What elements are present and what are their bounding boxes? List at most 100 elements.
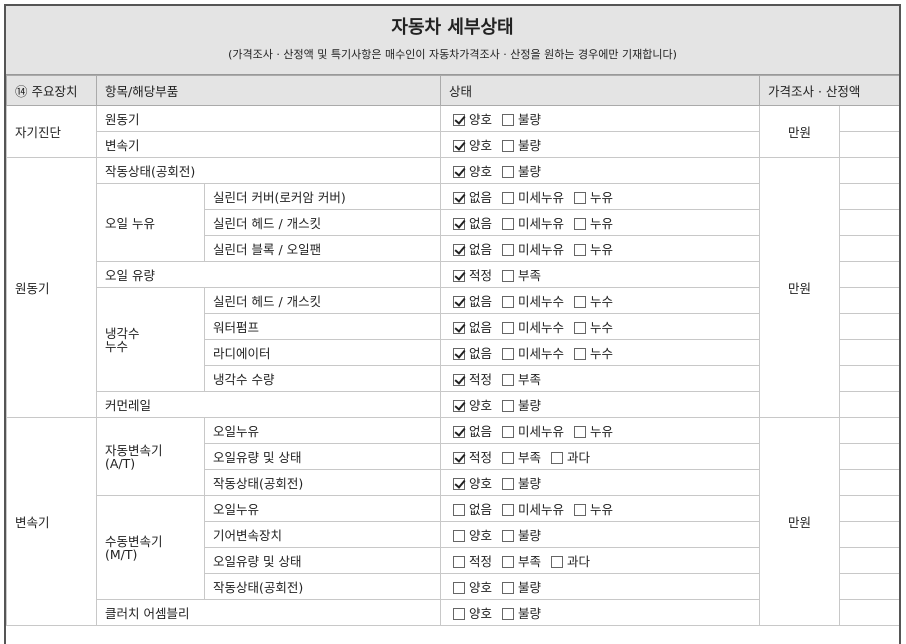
state-option[interactable]: 적정 [453, 265, 492, 284]
state-option[interactable]: 누유 [574, 421, 613, 440]
checkbox-unchecked[interactable] [502, 296, 515, 308]
checkbox-unchecked[interactable] [574, 504, 587, 516]
state-option[interactable]: 누수 [574, 343, 613, 362]
checkbox-checked[interactable] [453, 426, 465, 438]
checkbox-unchecked[interactable] [453, 608, 465, 620]
price-input[interactable] [838, 183, 899, 210]
state-option[interactable]: 누유 [574, 499, 613, 518]
checkbox-unchecked[interactable] [551, 556, 564, 568]
price-input[interactable] [838, 131, 899, 158]
price-input[interactable] [838, 573, 899, 600]
state-option[interactable]: 없음 [453, 343, 492, 362]
checkbox-checked[interactable] [453, 348, 465, 360]
checkbox-unchecked[interactable] [574, 426, 587, 438]
checkbox-checked[interactable] [453, 114, 465, 126]
checkbox-unchecked[interactable] [502, 192, 515, 204]
checkbox-checked[interactable] [453, 322, 465, 334]
checkbox-unchecked[interactable] [502, 530, 515, 542]
state-option[interactable]: 없음 [453, 213, 492, 232]
checkbox-unchecked[interactable] [574, 322, 587, 334]
checkbox-unchecked[interactable] [502, 322, 515, 334]
state-option[interactable]: 적정 [453, 447, 492, 466]
state-option[interactable]: 부족 [502, 369, 541, 388]
state-option[interactable]: 불량 [502, 109, 541, 128]
price-input[interactable] [838, 235, 899, 262]
state-option[interactable]: 미세누수 [502, 343, 564, 362]
price-input[interactable] [838, 443, 899, 470]
checkbox-unchecked[interactable] [453, 530, 465, 542]
state-option[interactable]: 미세누유 [502, 187, 564, 206]
checkbox-unchecked[interactable] [453, 556, 465, 568]
checkbox-unchecked[interactable] [502, 374, 515, 386]
checkbox-checked[interactable] [453, 270, 465, 282]
checkbox-unchecked[interactable] [502, 426, 515, 438]
price-input[interactable] [838, 547, 899, 574]
checkbox-unchecked[interactable] [453, 504, 465, 516]
checkbox-unchecked[interactable] [502, 166, 515, 178]
checkbox-unchecked[interactable] [502, 504, 515, 516]
checkbox-checked[interactable] [453, 374, 465, 386]
state-option[interactable]: 부족 [502, 265, 541, 284]
state-option[interactable]: 없음 [453, 187, 492, 206]
checkbox-unchecked[interactable] [502, 608, 515, 620]
checkbox-checked[interactable] [453, 140, 465, 152]
state-option[interactable]: 불량 [502, 603, 541, 622]
checkbox-checked[interactable] [453, 166, 465, 178]
state-option[interactable]: 양호 [453, 577, 492, 596]
state-option[interactable]: 과다 [551, 447, 590, 466]
state-option[interactable]: 누유 [574, 239, 613, 258]
state-option[interactable]: 누유 [574, 187, 613, 206]
checkbox-unchecked[interactable] [502, 218, 515, 230]
checkbox-unchecked[interactable] [502, 270, 515, 282]
state-option[interactable]: 없음 [453, 499, 492, 518]
state-option[interactable]: 불량 [502, 473, 541, 492]
checkbox-unchecked[interactable] [574, 296, 587, 308]
checkbox-unchecked[interactable] [574, 244, 587, 256]
price-input[interactable] [838, 261, 899, 288]
state-option[interactable]: 없음 [453, 317, 492, 336]
state-option[interactable]: 양호 [453, 135, 492, 154]
checkbox-checked[interactable] [453, 218, 465, 230]
checkbox-checked[interactable] [453, 452, 465, 464]
state-option[interactable]: 없음 [453, 239, 492, 258]
price-input[interactable] [838, 391, 899, 418]
checkbox-unchecked[interactable] [502, 582, 515, 594]
checkbox-unchecked[interactable] [574, 348, 587, 360]
state-option[interactable]: 양호 [453, 473, 492, 492]
state-option[interactable]: 불량 [502, 135, 541, 154]
state-option[interactable]: 불량 [502, 525, 541, 544]
state-option[interactable]: 과다 [551, 551, 590, 570]
price-input[interactable] [838, 313, 899, 340]
checkbox-checked[interactable] [453, 192, 465, 204]
price-input[interactable] [838, 521, 899, 548]
state-option[interactable]: 양호 [453, 395, 492, 414]
state-option[interactable]: 없음 [453, 291, 492, 310]
state-option[interactable]: 부족 [502, 551, 541, 570]
state-option[interactable]: 양호 [453, 603, 492, 622]
state-option[interactable]: 미세누유 [502, 239, 564, 258]
checkbox-checked[interactable] [453, 478, 465, 490]
state-option[interactable]: 없음 [453, 421, 492, 440]
state-option[interactable]: 미세누수 [502, 291, 564, 310]
state-option[interactable]: 미세누유 [502, 421, 564, 440]
checkbox-checked[interactable] [453, 296, 465, 308]
state-option[interactable]: 양호 [453, 525, 492, 544]
state-option[interactable]: 누수 [574, 291, 613, 310]
state-option[interactable]: 불량 [502, 577, 541, 596]
checkbox-unchecked[interactable] [502, 556, 515, 568]
state-option[interactable]: 적정 [453, 551, 492, 570]
checkbox-unchecked[interactable] [502, 400, 515, 412]
checkbox-unchecked[interactable] [502, 478, 515, 490]
checkbox-unchecked[interactable] [574, 218, 587, 230]
price-input[interactable] [838, 495, 899, 522]
price-input[interactable] [838, 339, 899, 366]
checkbox-unchecked[interactable] [574, 192, 587, 204]
state-option[interactable]: 누유 [574, 213, 613, 232]
price-input[interactable] [838, 209, 899, 236]
state-option[interactable]: 누수 [574, 317, 613, 336]
state-option[interactable]: 불량 [502, 161, 541, 180]
checkbox-unchecked[interactable] [502, 244, 515, 256]
checkbox-unchecked[interactable] [453, 582, 465, 594]
state-option[interactable]: 부족 [502, 447, 541, 466]
checkbox-unchecked[interactable] [502, 114, 515, 126]
